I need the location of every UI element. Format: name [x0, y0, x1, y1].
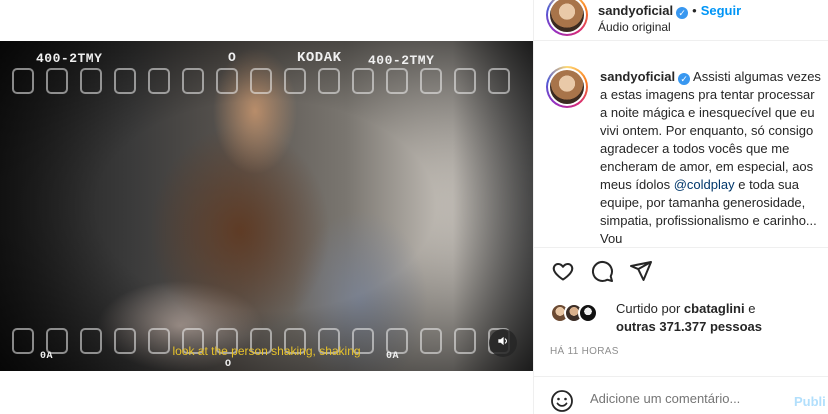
- caption-body: Assisti algumas vezes a estas imagens pr…: [600, 69, 821, 192]
- film-sprocket-row-top: [0, 68, 533, 94]
- likes-text[interactable]: Curtido por cbataglini e outras 371.377 …: [616, 300, 816, 336]
- profile-photo: [550, 0, 584, 32]
- like-button[interactable]: [548, 258, 578, 288]
- paper-plane-icon: [629, 259, 653, 288]
- caption-avatar[interactable]: [546, 66, 588, 108]
- comment-input[interactable]: [590, 391, 780, 406]
- follow-button[interactable]: Seguir: [701, 3, 741, 18]
- comment-button[interactable]: [587, 258, 617, 288]
- emoji-button[interactable]: [550, 389, 576, 414]
- action-bar: [534, 258, 828, 294]
- video-player[interactable]: 400-2TMY O KODAK 400-2TMY 0A O 0A look a…: [0, 41, 533, 371]
- film-mark-o: O: [228, 50, 237, 65]
- avatar[interactable]: [546, 0, 588, 36]
- post-header: sandyoficial ✓ • Seguir Áudio original: [534, 0, 828, 41]
- likes-count[interactable]: outras 371.377 pessoas: [616, 319, 762, 334]
- caption-area: sandyoficial ✓ Assisti algumas vezes a es…: [534, 58, 828, 248]
- likes-summary: Curtido por cbataglini e outras 371.377 …: [550, 300, 820, 340]
- caption-username[interactable]: sandyoficial: [600, 69, 675, 84]
- speaker-icon: [496, 334, 510, 353]
- film-mark-bottom-mid: O: [225, 359, 232, 370]
- audio-link[interactable]: Áudio original: [598, 20, 671, 34]
- separator-dot: •: [692, 3, 697, 18]
- smiley-icon: [550, 390, 574, 414]
- film-code-right: 400-2TMY: [368, 53, 435, 68]
- header-username[interactable]: sandyoficial: [598, 3, 673, 18]
- share-button[interactable]: [626, 258, 656, 288]
- comment-bar: Publi: [534, 376, 828, 414]
- mention-link[interactable]: @coldplay: [674, 177, 735, 192]
- heart-icon: [551, 259, 575, 288]
- film-code-left: 400-2TMY: [36, 51, 103, 66]
- post-timestamp[interactable]: HÁ 11 HORAS: [550, 346, 619, 357]
- liker-avatar[interactable]: [578, 303, 598, 323]
- verified-badge-icon: ✓: [676, 7, 689, 19]
- media-panel: 400-2TMY O KODAK 400-2TMY 0A O 0A look a…: [0, 0, 533, 414]
- verified-badge-icon: ✓: [678, 73, 691, 85]
- video-subtitle: look at the person shaking, shaking: [172, 344, 361, 358]
- caption-text: sandyoficial ✓ Assisti algumas vezes a es…: [600, 68, 822, 247]
- film-brand: KODAK: [297, 50, 342, 66]
- volume-button[interactable]: [489, 329, 517, 357]
- comment-icon: [590, 259, 614, 288]
- post-side-panel: sandyoficial ✓ • Seguir Áudio original sand…: [533, 0, 828, 414]
- publish-button[interactable]: Publi: [794, 394, 826, 409]
- liker-username[interactable]: cbataglini: [684, 301, 745, 316]
